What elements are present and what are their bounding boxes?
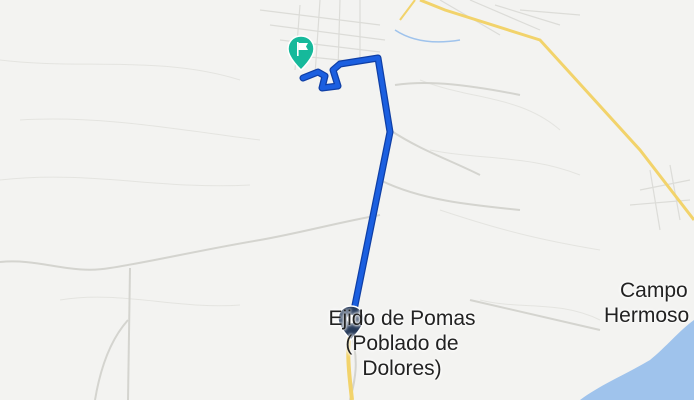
place-label-line: Ejido de Pomas <box>328 307 476 330</box>
place-label-line: Hermoso <box>604 304 690 327</box>
map-view[interactable]: Ejido de Pomas (Poblado de Dolores) Camp… <box>0 0 694 400</box>
place-label-line: (Poblado de <box>345 332 459 355</box>
place-label-line: Dolores) <box>362 357 442 380</box>
place-label-line: Campo <box>620 279 688 302</box>
place-label-ejido-de-pomas: Ejido de Pomas (Poblado de Dolores) <box>296 306 508 381</box>
place-label-campo-hermoso: Campo Hermoso <box>604 278 694 328</box>
